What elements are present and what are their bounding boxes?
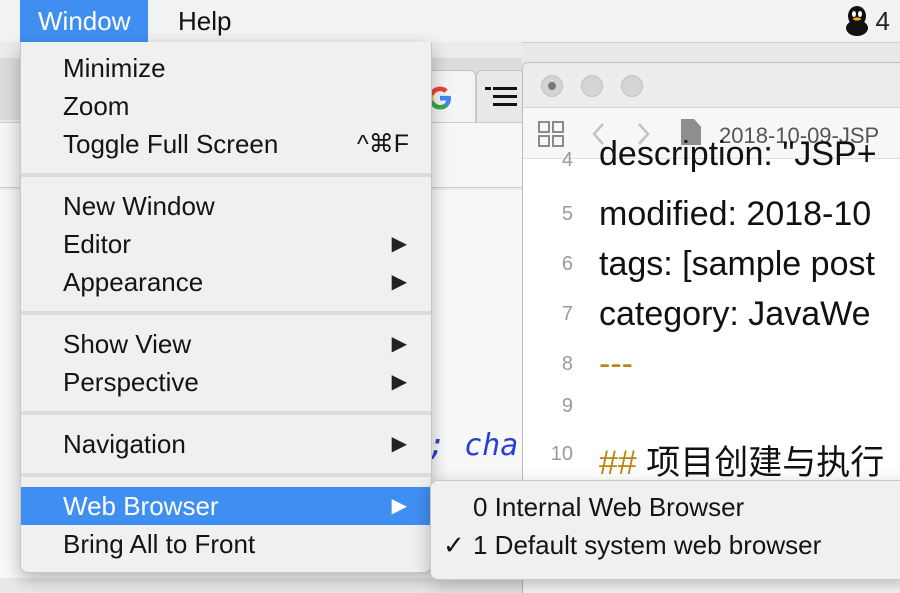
line-text: modified: 2018-10 — [599, 195, 872, 233]
menu-bar: Window Help 4 — [0, 0, 900, 43]
line-number: 9 — [561, 395, 573, 417]
menu-item-label: Navigation — [63, 429, 186, 459]
line-number: 10 — [550, 443, 573, 465]
menu-item-perspective[interactable]: Perspective ▶ — [21, 363, 431, 401]
menu-item-label: Appearance — [63, 267, 204, 297]
menu-separator — [21, 173, 431, 177]
browser-tab-list[interactable] — [476, 70, 526, 123]
line-text: tags: [sample post — [599, 245, 875, 283]
menu-item-label: Zoom — [63, 91, 130, 121]
minimize-window-button[interactable] — [581, 75, 603, 97]
submenu-arrow-icon: ▶ — [391, 271, 407, 293]
line-number: 6 — [561, 253, 573, 275]
menu-item-label: Show View — [63, 329, 192, 359]
menu-separator — [21, 311, 431, 315]
code-fragment: ; cha — [428, 428, 519, 463]
heading-marker: ## — [599, 444, 637, 482]
submenu-arrow-icon: ▶ — [391, 333, 407, 355]
menu-item-label: New Window — [63, 191, 215, 221]
line-text: description: "JSP+ — [599, 135, 877, 173]
menu-item-navigation[interactable]: Navigation ▶ — [21, 425, 431, 463]
keyboard-shortcut: ^⌘F — [356, 130, 409, 158]
editor-line: 4 description: "JSP+ — [523, 135, 900, 189]
menu-item-minimize[interactable]: Minimize — [21, 49, 431, 87]
menu-item-bring-all-to-front[interactable]: Bring All to Front — [21, 525, 431, 563]
editor-titlebar — [523, 63, 900, 108]
heading-text: 项目创建与执行 — [636, 444, 885, 482]
editor-line: 10 ## 项目创建与执行 — [523, 431, 900, 484]
line-text: category: JavaWe — [599, 295, 871, 333]
menu-item-label: Minimize — [63, 53, 166, 83]
submenu-item-label: 0 Internal Web Browser — [473, 492, 745, 522]
menu-item-label: Web Browser — [63, 491, 219, 521]
status-count: 4 — [875, 5, 890, 36]
editor-line: 9 — [523, 383, 900, 433]
line-number: 5 — [561, 203, 573, 225]
web-browser-submenu: 0 Internal Web Browser ✓ 1 Default syste… — [430, 480, 900, 580]
menu-item-show-view[interactable]: Show View ▶ — [21, 325, 431, 363]
line-number: 8 — [561, 353, 573, 375]
qq-penguin-icon — [845, 6, 868, 36]
line-number: 4 — [561, 149, 573, 171]
status-item-qq[interactable]: 4 — [844, 4, 890, 38]
menu-window[interactable]: Window — [20, 0, 149, 42]
menu-item-label: Perspective — [63, 367, 199, 397]
submenu-arrow-icon: ▶ — [391, 233, 407, 255]
menu-help[interactable]: Help — [160, 0, 249, 42]
editor-line: 5 modified: 2018-10 — [523, 191, 900, 241]
checkmark-icon: ✓ — [443, 530, 465, 560]
close-window-button[interactable] — [541, 75, 563, 97]
line-text: ## 项目创建与执行 — [599, 435, 884, 484]
editor-line: 6 tags: [sample post — [523, 241, 900, 291]
menu-item-appearance[interactable]: Appearance ▶ — [21, 263, 431, 301]
submenu-item-label: 1 Default system web browser — [473, 530, 822, 560]
menu-item-label: Toggle Full Screen — [63, 129, 279, 159]
menu-item-label: Bring All to Front — [63, 529, 256, 559]
line-text: --- — [599, 345, 633, 383]
menu-separator — [21, 473, 431, 477]
menu-item-web-browser[interactable]: Web Browser ▶ — [21, 487, 431, 525]
submenu-arrow-icon: ▶ — [391, 371, 407, 393]
menu-item-new-window[interactable]: New Window — [21, 187, 431, 225]
line-number: 7 — [561, 303, 573, 325]
submenu-arrow-icon: ▶ — [391, 495, 407, 517]
window-menu-dropdown: Minimize Zoom Toggle Full Screen ^⌘F New… — [20, 42, 432, 573]
editor-line: 7 category: JavaWe — [523, 291, 900, 341]
list-icon — [485, 87, 517, 106]
menu-item-zoom[interactable]: Zoom — [21, 87, 431, 125]
menu-item-editor[interactable]: Editor ▶ — [21, 225, 431, 263]
submenu-arrow-icon: ▶ — [391, 433, 407, 455]
menu-item-label: Editor — [63, 229, 131, 259]
zoom-window-button[interactable] — [621, 75, 643, 97]
menu-separator — [21, 411, 431, 415]
menu-item-toggle-full-screen[interactable]: Toggle Full Screen ^⌘F — [21, 125, 431, 163]
